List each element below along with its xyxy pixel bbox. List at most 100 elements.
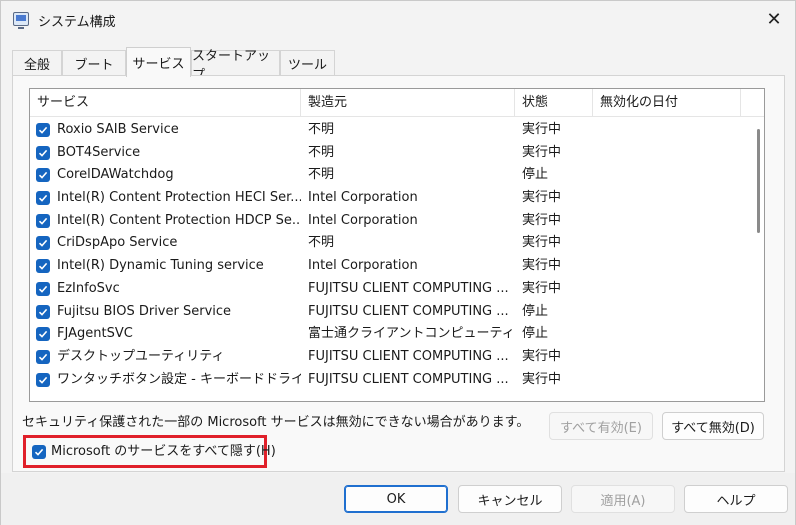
service-checkbox[interactable]: [36, 145, 50, 160]
service-manufacturer: 富士通クライアントコンピューティン...: [308, 326, 513, 342]
service-name: デスクトップユーティリティ: [57, 348, 225, 364]
service-name: BOT4Service: [57, 144, 141, 160]
service-status: 実行中: [522, 371, 562, 387]
hide-microsoft-services-checkbox[interactable]: [32, 445, 46, 459]
hide-microsoft-services-label[interactable]: Microsoft のサービスをすべて隠す(H): [51, 438, 276, 465]
service-disabled-date: [600, 119, 740, 141]
service-manufacturer: Intel Corporation: [308, 258, 418, 274]
service-disabled-date: [600, 278, 740, 300]
tab-services[interactable]: サービス: [126, 47, 191, 77]
column-header-manufacturer[interactable]: 製造元: [301, 89, 515, 117]
security-note: セキュリティ保護された一部の Microsoft サービスは無効にできない場合が…: [22, 415, 530, 430]
title-bar: システム構成 ✕: [1, 1, 795, 39]
service-checkbox[interactable]: [36, 123, 50, 137]
checkmark-icon: [38, 149, 48, 157]
checkmark-icon: [38, 331, 48, 338]
service-disabled-date: [600, 323, 740, 345]
list-item[interactable]: ワンタッチボタン設定 - キーボードドライバー... FUJITSU CLIENT…: [30, 369, 746, 392]
list-rows: Roxio SAIB Service 不明 実行中 BOT4Service 不明 実行中 C…: [30, 119, 746, 391]
apply-button[interactable]: 適用(A): [571, 485, 675, 513]
checkmark-icon: [38, 126, 48, 134]
checkmark-icon: [38, 217, 48, 225]
list-item[interactable]: Roxio SAIB Service 不明 実行中: [30, 119, 746, 142]
service-manufacturer: Intel Corporation: [308, 212, 418, 228]
checkmark-icon: [38, 285, 48, 293]
service-manufacturer: 不明: [308, 235, 335, 251]
list-item[interactable]: EzInfoSvc FUJITSU CLIENT COMPUTING ... 実行中: [30, 278, 746, 301]
service-checkbox[interactable]: [36, 259, 50, 274]
enable-all-button[interactable]: すべて有効(E): [549, 412, 653, 440]
service-name: FJAgentSVC: [57, 326, 133, 342]
service-checkbox[interactable]: [36, 213, 50, 228]
service-disabled-date: [600, 369, 740, 391]
service-status: 停止: [522, 167, 549, 183]
list-item[interactable]: CriDspApo Service 不明 実行中: [30, 232, 746, 255]
window-title: システム構成: [38, 15, 116, 30]
service-name: Intel(R) Content Protection HECI Ser...: [57, 190, 301, 206]
list-item[interactable]: デスクトップユーティリティ FUJITSU CLIENT COMPUTING ..…: [30, 346, 746, 369]
disable-all-button[interactable]: すべて無効(D): [662, 412, 764, 440]
service-manufacturer: Intel Corporation: [308, 190, 418, 206]
service-disabled-date: [600, 255, 740, 277]
service-checkbox[interactable]: [36, 168, 50, 183]
service-disabled-date: [600, 346, 740, 368]
service-status: 停止: [522, 326, 549, 342]
list-header: サービス 製造元 状態 無効化の日付: [30, 89, 764, 117]
close-button[interactable]: ✕: [759, 5, 789, 33]
service-name: EzInfoSvc: [57, 280, 120, 296]
service-checkbox[interactable]: [36, 372, 50, 387]
ok-button[interactable]: OK: [344, 485, 448, 513]
column-header-status[interactable]: 状態: [515, 89, 593, 117]
service-checkbox[interactable]: [36, 349, 50, 364]
column-header-disabled-date[interactable]: 無効化の日付: [593, 89, 741, 117]
service-checkbox[interactable]: [36, 281, 50, 296]
tab-general[interactable]: 全般: [12, 50, 62, 76]
service-disabled-date: [600, 232, 740, 254]
checkmark-icon: [38, 308, 48, 316]
checkmark-icon: [38, 194, 48, 202]
service-manufacturer: 不明: [308, 167, 335, 183]
service-name: Intel(R) Dynamic Tuning service: [57, 258, 264, 274]
service-disabled-date: [600, 187, 740, 209]
service-status: 実行中: [522, 122, 562, 137]
column-header-service[interactable]: サービス: [30, 89, 301, 117]
cancel-button[interactable]: キャンセル: [458, 485, 562, 513]
help-button[interactable]: ヘルプ: [684, 485, 788, 513]
service-name: Fujitsu BIOS Driver Service: [57, 303, 232, 319]
checkmark-icon: [34, 448, 44, 456]
list-item[interactable]: BOT4Service 不明 実行中: [30, 142, 746, 165]
checkmark-icon: [38, 353, 48, 361]
tab-boot[interactable]: ブート: [62, 50, 126, 76]
scrollbar-thumb[interactable]: [757, 129, 760, 233]
service-status: 実行中: [522, 280, 562, 296]
service-status: 実行中: [522, 144, 562, 160]
list-item[interactable]: Intel(R) Content Protection HDCP Se... In…: [30, 210, 746, 233]
service-status: 停止: [522, 303, 549, 319]
list-item[interactable]: Intel(R) Content Protection HECI Ser... I…: [30, 187, 746, 210]
service-disabled-date: [600, 164, 740, 186]
tab-tools[interactable]: ツール: [280, 50, 335, 76]
service-status: 実行中: [522, 258, 562, 274]
list-item[interactable]: FJAgentSVC 富士通クライアントコンピューティン... 停止: [30, 323, 746, 346]
services-list[interactable]: サービス 製造元 状態 無効化の日付 Roxio SAIB Service 不明実…: [29, 88, 765, 402]
vertical-scrollbar[interactable]: [754, 115, 762, 395]
tab-startup[interactable]: スタートアップ: [191, 49, 280, 83]
computer-monitor-icon: [13, 12, 29, 29]
service-checkbox[interactable]: [36, 327, 50, 342]
list-item[interactable]: Intel(R) Dynamic Tuning service Intel Cor…: [30, 255, 746, 278]
service-manufacturer: FUJITSU CLIENT COMPUTING ...: [308, 348, 509, 364]
hide-microsoft-services-highlight: Microsoft のサービスをすべて隠す(H): [23, 435, 276, 468]
service-name: Intel(R) Content Protection HDCP Se...: [57, 212, 301, 228]
service-checkbox[interactable]: [36, 191, 50, 206]
service-status: 実行中: [522, 190, 562, 206]
service-disabled-date: [600, 210, 740, 232]
service-manufacturer: 不明: [308, 144, 335, 160]
checkmark-icon: [38, 172, 48, 180]
service-manufacturer: FUJITSU CLIENT COMPUTING ...: [308, 371, 509, 387]
list-item[interactable]: CorelDAWatchdog 不明 停止: [30, 164, 746, 187]
service-checkbox[interactable]: [36, 236, 50, 251]
service-checkbox[interactable]: [36, 304, 50, 319]
service-name: CorelDAWatchdog: [57, 167, 174, 183]
checkmark-icon: [38, 376, 48, 384]
list-item[interactable]: Fujitsu BIOS Driver Service FUJITSU CLIEN…: [30, 301, 746, 324]
